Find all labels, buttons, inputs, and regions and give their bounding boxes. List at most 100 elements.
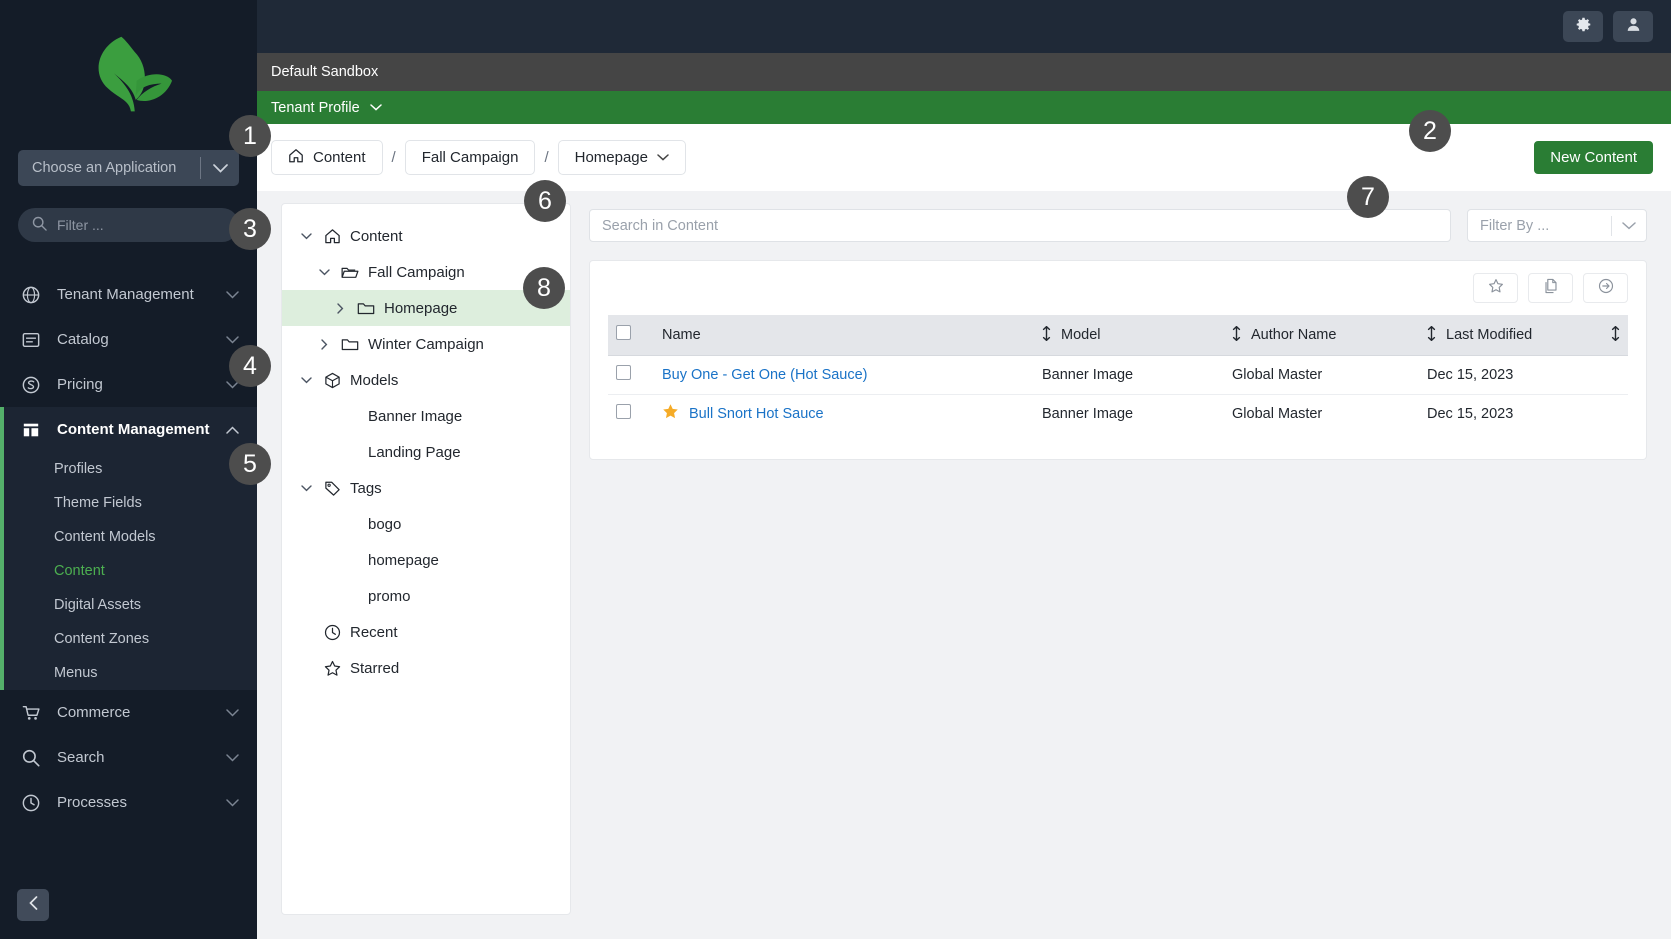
filter-by-placeholder: Filter By ... — [1480, 217, 1550, 234]
chevron-down-icon[interactable] — [316, 268, 332, 276]
breadcrumb-item-homepage[interactable]: Homepage — [557, 140, 686, 175]
new-content-label: New Content — [1550, 149, 1637, 166]
filter-by-select[interactable]: Filter By ... — [1467, 209, 1647, 242]
chevron-down-icon — [226, 288, 239, 302]
sidebar-item-content-management[interactable]: Content Management — [0, 407, 257, 452]
tree-item-label: bogo — [368, 515, 402, 533]
application-select-label: Choose an Application — [32, 160, 177, 176]
table-row[interactable]: Bull Snort Hot Sauce Banner Image Global… — [608, 394, 1628, 433]
tree-item-models[interactable]: Models — [282, 362, 570, 398]
breadcrumb-item-label: Content — [313, 149, 366, 166]
table-head: Name Model Author Name Last Modified — [608, 315, 1628, 356]
tenant-profile-bar[interactable]: Tenant Profile — [257, 91, 1671, 124]
sandbox-bar: Default Sandbox — [257, 53, 1671, 91]
row-name-cell: Buy One - Get One (Hot Sauce) — [654, 355, 1034, 395]
new-content-button[interactable]: New Content — [1534, 141, 1653, 174]
tree-item-landing-page[interactable]: Landing Page — [282, 434, 570, 470]
chevron-down-icon[interactable] — [298, 232, 314, 240]
sidebar-item-digital-assets[interactable]: Digital Assets — [0, 588, 257, 622]
breadcrumb-item-label: Homepage — [574, 149, 648, 166]
column-header-last-modified[interactable]: Last Modified — [1419, 315, 1628, 356]
annotation-badge-5: 5 — [229, 443, 271, 485]
column-header-name[interactable]: Name — [654, 315, 1034, 356]
chevron-down-icon[interactable] — [298, 376, 314, 384]
cart-icon — [20, 704, 42, 722]
tree-item-recent[interactable]: Recent — [282, 614, 570, 650]
tree-item-tags[interactable]: Tags — [282, 470, 570, 506]
search-placeholder: Search in Content — [602, 217, 719, 234]
sidebar-item-profiles[interactable]: Profiles — [0, 452, 257, 486]
sidebar-item-catalog[interactable]: Catalog — [0, 317, 257, 362]
logo — [0, 0, 257, 150]
row-author-cell: Global Master — [1224, 355, 1419, 395]
sidebar-item-content[interactable]: Content — [0, 554, 257, 588]
sidebar-item-content-zones[interactable]: Content Zones — [0, 622, 257, 656]
chevron-down-icon[interactable] — [298, 484, 314, 492]
annotation-badge-3: 3 — [229, 208, 271, 250]
content-list-card: Name Model Author Name Last Modified Buy… — [589, 260, 1647, 460]
application-select[interactable]: Choose an Application — [18, 150, 239, 186]
chevron-right-icon[interactable] — [332, 302, 348, 314]
chevron-down-icon — [226, 751, 239, 765]
leaf-logo-icon — [98, 36, 172, 112]
content-name-link[interactable]: Bull Snort Hot Sauce — [689, 406, 824, 422]
tree-item-winter-campaign[interactable]: Winter Campaign — [282, 326, 570, 362]
search-input[interactable]: Search in Content — [589, 209, 1451, 242]
sidebar-item-tenant-management[interactable]: Tenant Management — [0, 272, 257, 317]
chevron-down-icon — [201, 163, 239, 173]
breadcrumb-item-content[interactable]: Content — [271, 140, 383, 175]
content-column: Search in Content Filter By ... Name Mod… — [571, 191, 1671, 939]
tree-item-bogo[interactable]: bogo — [282, 506, 570, 542]
sidebar-item-content-models[interactable]: Content Models — [0, 520, 257, 554]
table-row[interactable]: Buy One - Get One (Hot Sauce) Banner Ima… — [608, 355, 1628, 395]
top-bar — [257, 0, 1671, 53]
body-area: Content Fall Campaign Homepage Winter Ca… — [257, 191, 1671, 939]
account-button[interactable] — [1613, 11, 1653, 42]
chevron-up-icon — [226, 423, 239, 437]
move-button[interactable] — [1583, 273, 1628, 303]
settings-button[interactable] — [1563, 11, 1603, 42]
catalog-icon — [20, 331, 42, 349]
gear-icon — [1575, 16, 1592, 38]
star-icon — [1488, 278, 1504, 299]
tree-item-content[interactable]: Content — [282, 218, 570, 254]
breadcrumb-separator: / — [391, 149, 396, 166]
clock-icon — [322, 624, 342, 641]
sidebar-item-menus[interactable]: Menus — [0, 656, 257, 690]
tree-item-promo[interactable]: promo — [282, 578, 570, 614]
sidebar-subitem-label: Content Zones — [54, 631, 150, 647]
dollar-icon — [20, 376, 42, 394]
breadcrumb-item-fall-campaign[interactable]: Fall Campaign — [404, 140, 536, 175]
tree-item-label: Landing Page — [368, 443, 461, 461]
annotation-badge-4: 4 — [229, 345, 271, 387]
row-checkbox[interactable] — [616, 404, 631, 420]
sidebar-item-search[interactable]: Search — [0, 735, 257, 780]
select-all-checkbox[interactable] — [616, 325, 631, 341]
sidebar-subitem-label: Digital Assets — [54, 597, 142, 613]
tree-item-label: Models — [350, 371, 399, 389]
duplicate-button[interactable] — [1528, 273, 1573, 303]
cube-icon — [322, 372, 342, 389]
tree-item-banner-image[interactable]: Banner Image — [282, 398, 570, 434]
sidebar-collapse-button[interactable] — [17, 889, 49, 921]
tree-item-label: homepage — [368, 551, 439, 569]
sidebar-item-label: Processes — [57, 794, 128, 811]
tree-item-homepage-tag[interactable]: homepage — [282, 542, 570, 578]
column-header-author-name[interactable]: Author Name — [1224, 315, 1419, 356]
row-checkbox[interactable] — [616, 365, 631, 380]
sort-icon — [1232, 326, 1241, 343]
sandbox-label: Default Sandbox — [271, 64, 379, 80]
sidebar-item-commerce[interactable]: Commerce — [0, 690, 257, 735]
breadcrumb: Content / Fall Campaign / Homepage New C… — [257, 124, 1671, 191]
search-icon — [32, 216, 47, 234]
column-header-model[interactable]: Model — [1034, 315, 1224, 356]
content-name-link[interactable]: Buy One - Get One (Hot Sauce) — [662, 367, 868, 383]
sidebar-item-theme-fields[interactable]: Theme Fields — [0, 486, 257, 520]
tree-item-starred[interactable]: Starred — [282, 650, 570, 686]
star-button[interactable] — [1473, 273, 1518, 303]
sidebar-item-processes[interactable]: Processes — [0, 780, 257, 825]
chevron-right-icon[interactable] — [316, 338, 332, 350]
sidebar-item-label: Pricing — [57, 376, 103, 393]
sidebar-filter-input[interactable]: Filter ... — [18, 208, 239, 242]
sidebar-item-pricing[interactable]: Pricing — [0, 362, 257, 407]
